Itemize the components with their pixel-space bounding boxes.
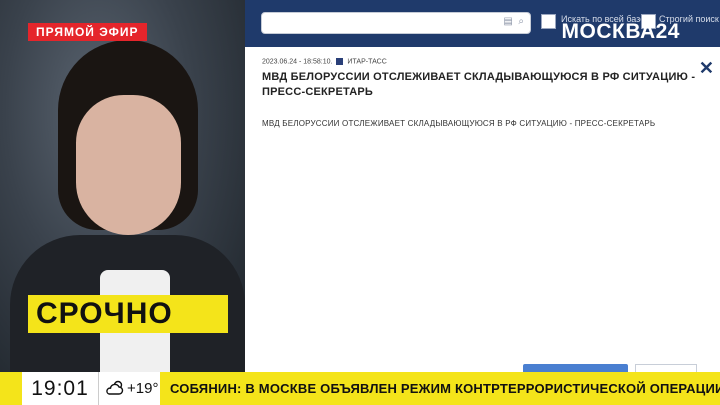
article-meta: 2023.06.24 - 18:58:10. ИТАР-ТАСС <box>262 58 387 65</box>
clock: 19:01 <box>22 372 98 405</box>
article-headline: МВД БЕЛОРУССИИ ОТСЛЕЖИВАЕТ СКЛАДЫВАЮЩУЮС… <box>262 71 696 98</box>
news-terminal-screen: ▤ ⌕ Искать по всей базе Строгий поиск МО… <box>245 0 720 372</box>
search-all-checkbox[interactable] <box>541 14 556 29</box>
article-datetime: 2023.06.24 - 18:58:10. <box>262 58 333 66</box>
temperature: +19° <box>127 380 159 397</box>
search-input[interactable]: ▤ ⌕ <box>261 12 531 34</box>
weather: +19° <box>98 372 160 405</box>
search-icon[interactable]: ▤ ⌕ <box>503 16 524 27</box>
source-icon <box>336 58 344 65</box>
secondary-button[interactable] <box>635 364 697 372</box>
presenter-face <box>76 95 181 235</box>
article-body: МВД БЕЛОРУССИИ ОТСЛЕЖИВАЕТ СКЛАДЫВАЮЩУЮС… <box>262 119 656 128</box>
channel-logo: МОСКВА24 <box>561 20 680 43</box>
cloud-sun-icon <box>106 380 124 395</box>
live-badge: ПРЯМОЙ ЭФИР <box>28 23 147 41</box>
article-source: ИТАР-ТАСС <box>347 58 387 66</box>
presenter-video: ПРЯМОЙ ЭФИР СРОЧНО <box>0 0 245 372</box>
primary-button[interactable] <box>523 364 628 372</box>
ticker-headline: СОБЯНИН: В МОСКВЕ ОБЪЯВЛЕН РЕЖИМ КОНТРТЕ… <box>170 381 720 396</box>
news-ticker: 19:01 +19° СОБЯНИН: В МОСКВЕ ОБЪЯВЛЕН РЕ… <box>0 372 720 405</box>
urgent-badge: СРОЧНО <box>28 295 228 333</box>
